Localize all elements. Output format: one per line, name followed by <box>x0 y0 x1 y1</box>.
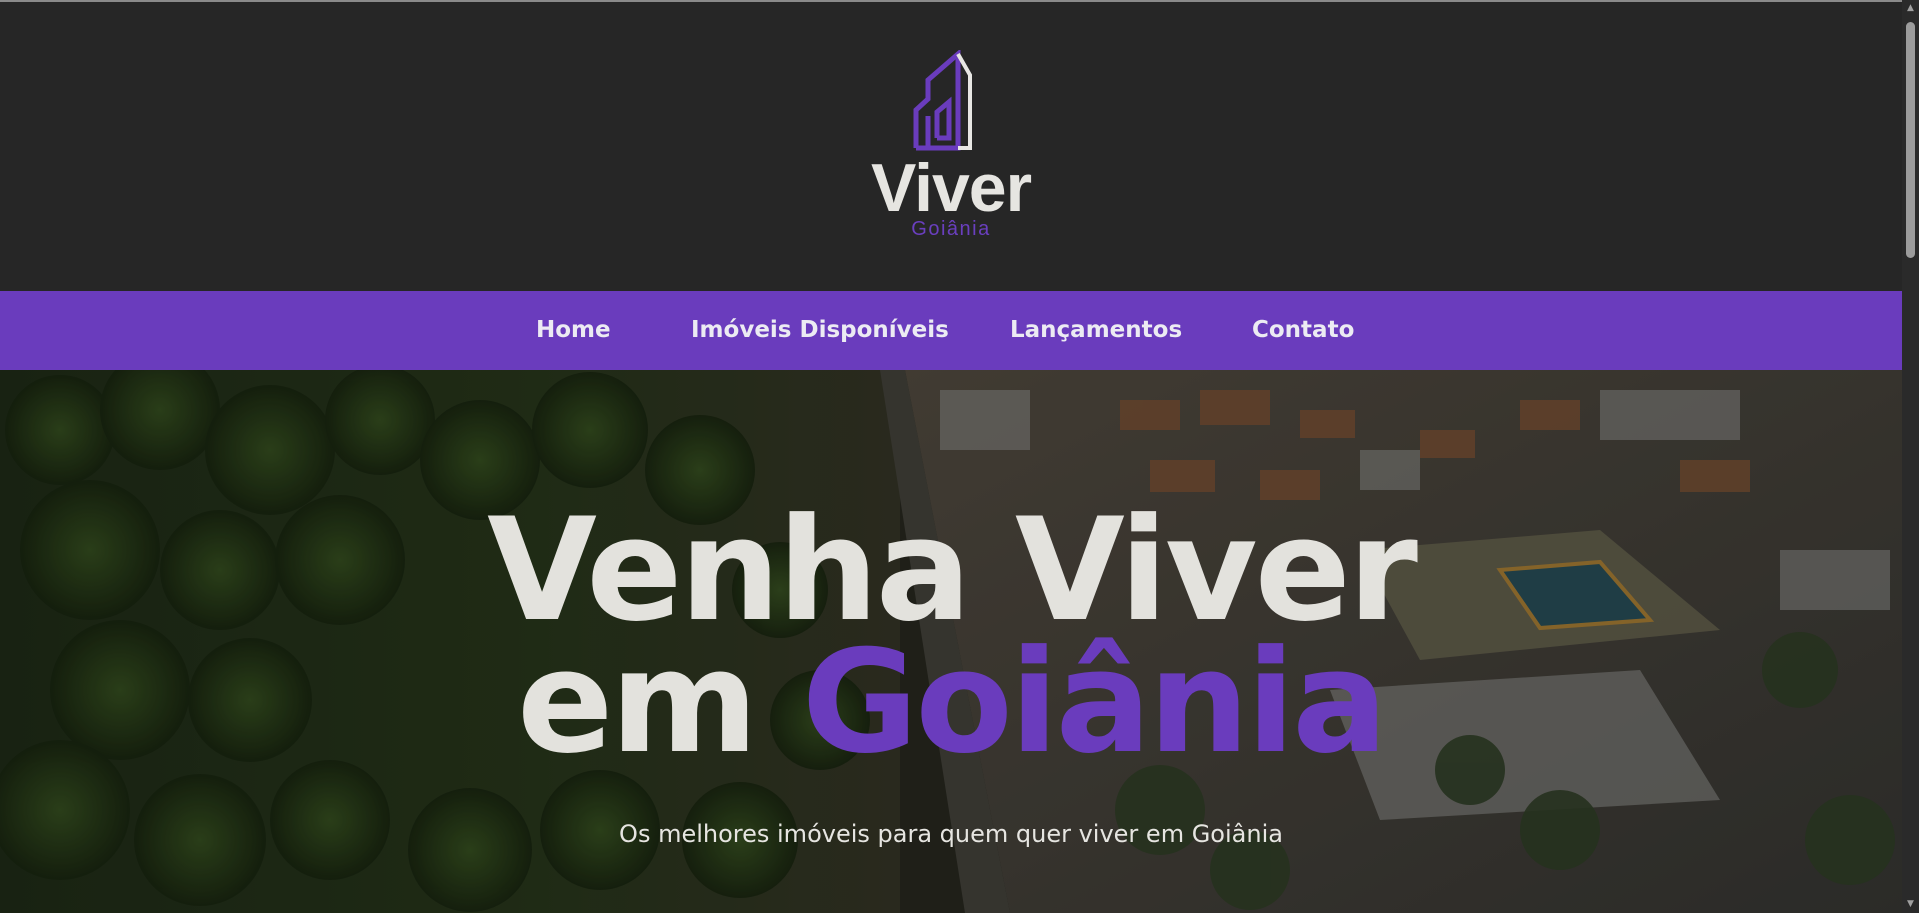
page: Viver Goiânia Home Imóveis Disponíveis L… <box>0 0 1902 913</box>
vertical-scrollbar[interactable]: ▲ ▼ <box>1902 0 1919 913</box>
window-top-border <box>0 0 1919 2</box>
hero-title-line2: em Goiânia <box>0 632 1902 774</box>
building-logo-icon <box>913 50 972 151</box>
hero-subtitle: Os melhores imóveis para quem quer viver… <box>619 820 1283 848</box>
nav-item-home[interactable]: Home <box>536 291 611 370</box>
logo-subtitle: Goiânia <box>911 218 991 240</box>
site-logo[interactable]: Viver Goiânia <box>858 50 1044 246</box>
scrollbar-thumb[interactable] <box>1906 22 1915 258</box>
hero-section: Venha Viver em Goiânia Os melhores imóve… <box>0 370 1902 913</box>
hero-title-accent: Goiânia <box>801 620 1388 785</box>
scroll-up-arrow-icon[interactable]: ▲ <box>1902 0 1919 17</box>
nav-item-lancamentos[interactable]: Lançamentos <box>1010 291 1182 370</box>
site-header: Viver Goiânia <box>0 2 1902 291</box>
scroll-down-arrow-icon[interactable]: ▼ <box>1902 896 1919 913</box>
hero-title-prefix: em <box>517 620 758 785</box>
logo-wordmark: Viver <box>870 150 1032 226</box>
main-nav: Home Imóveis Disponíveis Lançamentos Con… <box>0 291 1902 370</box>
nav-item-contato[interactable]: Contato <box>1252 291 1354 370</box>
nav-item-imoveis-disponiveis[interactable]: Imóveis Disponíveis <box>691 291 949 370</box>
